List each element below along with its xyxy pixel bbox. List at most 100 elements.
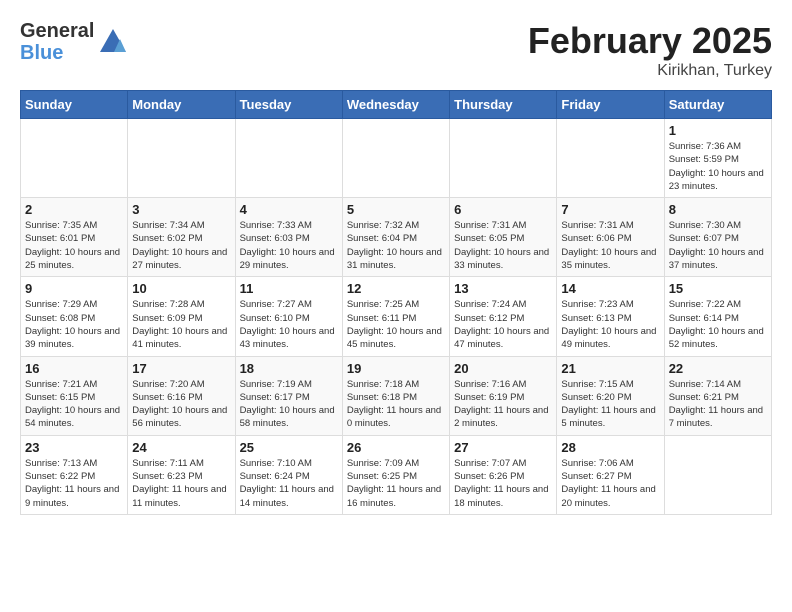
day-number: 19 xyxy=(347,361,445,376)
table-cell xyxy=(128,119,235,198)
day-info: Sunrise: 7:23 AM Sunset: 6:13 PM Dayligh… xyxy=(561,298,659,351)
location: Kirikhan, Turkey xyxy=(528,62,772,80)
day-number: 5 xyxy=(347,202,445,217)
table-cell: 14 Sunrise: 7:23 AM Sunset: 6:13 PM Dayli… xyxy=(557,277,664,356)
day-number: 1 xyxy=(669,123,767,138)
col-sunday: Sunday xyxy=(21,91,128,119)
day-info: Sunrise: 7:31 AM Sunset: 6:06 PM Dayligh… xyxy=(561,219,659,272)
day-number: 20 xyxy=(454,361,552,376)
col-saturday: Saturday xyxy=(664,91,771,119)
table-cell: 16 Sunrise: 7:21 AM Sunset: 6:15 PM Dayli… xyxy=(21,356,128,435)
table-cell xyxy=(664,435,771,514)
table-cell xyxy=(235,119,342,198)
day-info: Sunrise: 7:10 AM Sunset: 6:24 PM Dayligh… xyxy=(240,457,338,510)
table-cell: 26 Sunrise: 7:09 AM Sunset: 6:25 PM Dayli… xyxy=(342,435,449,514)
table-cell: 23 Sunrise: 7:13 AM Sunset: 6:22 PM Dayli… xyxy=(21,435,128,514)
day-info: Sunrise: 7:18 AM Sunset: 6:18 PM Dayligh… xyxy=(347,378,445,431)
table-cell: 17 Sunrise: 7:20 AM Sunset: 6:16 PM Dayli… xyxy=(128,356,235,435)
day-info: Sunrise: 7:25 AM Sunset: 6:11 PM Dayligh… xyxy=(347,298,445,351)
table-cell: 11 Sunrise: 7:27 AM Sunset: 6:10 PM Dayli… xyxy=(235,277,342,356)
day-number: 7 xyxy=(561,202,659,217)
day-info: Sunrise: 7:29 AM Sunset: 6:08 PM Dayligh… xyxy=(25,298,123,351)
day-number: 25 xyxy=(240,440,338,455)
logo-general: General xyxy=(20,20,94,42)
week-row-4: 23 Sunrise: 7:13 AM Sunset: 6:22 PM Dayli… xyxy=(21,435,772,514)
day-info: Sunrise: 7:07 AM Sunset: 6:26 PM Dayligh… xyxy=(454,457,552,510)
day-number: 8 xyxy=(669,202,767,217)
day-number: 18 xyxy=(240,361,338,376)
week-row-3: 16 Sunrise: 7:21 AM Sunset: 6:15 PM Dayli… xyxy=(21,356,772,435)
day-number: 6 xyxy=(454,202,552,217)
day-number: 11 xyxy=(240,281,338,296)
day-info: Sunrise: 7:34 AM Sunset: 6:02 PM Dayligh… xyxy=(132,219,230,272)
day-info: Sunrise: 7:32 AM Sunset: 6:04 PM Dayligh… xyxy=(347,219,445,272)
table-cell: 4 Sunrise: 7:33 AM Sunset: 6:03 PM Daylig… xyxy=(235,198,342,277)
day-number: 26 xyxy=(347,440,445,455)
day-number: 14 xyxy=(561,281,659,296)
day-number: 22 xyxy=(669,361,767,376)
day-info: Sunrise: 7:36 AM Sunset: 5:59 PM Dayligh… xyxy=(669,140,767,193)
calendar: Sunday Monday Tuesday Wednesday Thursday… xyxy=(20,90,772,515)
col-friday: Friday xyxy=(557,91,664,119)
table-cell: 24Sunrise: 7:11 AM Sunset: 6:23 PM Dayli… xyxy=(128,435,235,514)
day-info: Sunrise: 7:13 AM Sunset: 6:22 PM Dayligh… xyxy=(25,457,123,510)
table-cell xyxy=(342,119,449,198)
table-cell: 28 Sunrise: 7:06 AM Sunset: 6:27 PM Dayli… xyxy=(557,435,664,514)
table-cell: 18Sunrise: 7:19 AM Sunset: 6:17 PM Dayli… xyxy=(235,356,342,435)
day-number: 2 xyxy=(25,202,123,217)
table-cell: 1 Sunrise: 7:36 AM Sunset: 5:59 PM Daylig… xyxy=(664,119,771,198)
header: General Blue February 2025 Kirikhan, Tur… xyxy=(20,20,772,80)
day-info: Sunrise: 7:09 AM Sunset: 6:25 PM Dayligh… xyxy=(347,457,445,510)
day-number: 4 xyxy=(240,202,338,217)
day-info: Sunrise: 7:20 AM Sunset: 6:16 PM Dayligh… xyxy=(132,378,230,431)
col-thursday: Thursday xyxy=(450,91,557,119)
day-info: Sunrise: 7:33 AM Sunset: 6:03 PM Dayligh… xyxy=(240,219,338,272)
day-number: 17 xyxy=(132,361,230,376)
day-info: Sunrise: 7:28 AM Sunset: 6:09 PM Dayligh… xyxy=(132,298,230,351)
day-info: Sunrise: 7:06 AM Sunset: 6:27 PM Dayligh… xyxy=(561,457,659,510)
table-cell: 22 Sunrise: 7:14 AM Sunset: 6:21 PM Dayli… xyxy=(664,356,771,435)
table-cell: 7 Sunrise: 7:31 AM Sunset: 6:06 PM Daylig… xyxy=(557,198,664,277)
table-cell: 6 Sunrise: 7:31 AM Sunset: 6:05 PM Daylig… xyxy=(450,198,557,277)
day-info: Sunrise: 7:15 AM Sunset: 6:20 PM Dayligh… xyxy=(561,378,659,431)
day-number: 27 xyxy=(454,440,552,455)
logo-blue: Blue xyxy=(20,42,94,64)
day-number: 9 xyxy=(25,281,123,296)
table-cell: 5 Sunrise: 7:32 AM Sunset: 6:04 PM Daylig… xyxy=(342,198,449,277)
col-tuesday: Tuesday xyxy=(235,91,342,119)
day-info: Sunrise: 7:35 AM Sunset: 6:01 PM Dayligh… xyxy=(25,219,123,272)
table-cell: 8 Sunrise: 7:30 AM Sunset: 6:07 PM Daylig… xyxy=(664,198,771,277)
table-cell: 25 Sunrise: 7:10 AM Sunset: 6:24 PM Dayli… xyxy=(235,435,342,514)
day-number: 12 xyxy=(347,281,445,296)
col-monday: Monday xyxy=(128,91,235,119)
day-number: 13 xyxy=(454,281,552,296)
week-row-1: 2 Sunrise: 7:35 AM Sunset: 6:01 PM Daylig… xyxy=(21,198,772,277)
day-info: Sunrise: 7:22 AM Sunset: 6:14 PM Dayligh… xyxy=(669,298,767,351)
week-row-0: 1 Sunrise: 7:36 AM Sunset: 5:59 PM Daylig… xyxy=(21,119,772,198)
day-number: 28 xyxy=(561,440,659,455)
day-number: 23 xyxy=(25,440,123,455)
day-info: Sunrise: 7:24 AM Sunset: 6:12 PM Dayligh… xyxy=(454,298,552,351)
day-info: Sunrise: 7:27 AM Sunset: 6:10 PM Dayligh… xyxy=(240,298,338,351)
table-cell: 21 Sunrise: 7:15 AM Sunset: 6:20 PM Dayli… xyxy=(557,356,664,435)
table-cell: 19 Sunrise: 7:18 AM Sunset: 6:18 PM Dayli… xyxy=(342,356,449,435)
day-number: 16 xyxy=(25,361,123,376)
logo: General Blue xyxy=(20,20,128,64)
day-info: Sunrise: 7:31 AM Sunset: 6:05 PM Dayligh… xyxy=(454,219,552,272)
title-section: February 2025 Kirikhan, Turkey xyxy=(528,20,772,80)
table-cell xyxy=(450,119,557,198)
day-number: 21 xyxy=(561,361,659,376)
table-cell: 27 Sunrise: 7:07 AM Sunset: 6:26 PM Dayli… xyxy=(450,435,557,514)
day-info: Sunrise: 7:16 AM Sunset: 6:19 PM Dayligh… xyxy=(454,378,552,431)
table-cell: 20 Sunrise: 7:16 AM Sunset: 6:19 PM Dayli… xyxy=(450,356,557,435)
table-cell: 12 Sunrise: 7:25 AM Sunset: 6:11 PM Dayli… xyxy=(342,277,449,356)
table-cell xyxy=(21,119,128,198)
table-cell: 2 Sunrise: 7:35 AM Sunset: 6:01 PM Daylig… xyxy=(21,198,128,277)
table-cell xyxy=(557,119,664,198)
day-info: Sunrise: 7:21 AM Sunset: 6:15 PM Dayligh… xyxy=(25,378,123,431)
month-title: February 2025 xyxy=(528,20,772,62)
week-row-2: 9 Sunrise: 7:29 AM Sunset: 6:08 PM Daylig… xyxy=(21,277,772,356)
logo-icon xyxy=(98,27,128,57)
day-info: Sunrise: 7:30 AM Sunset: 6:07 PM Dayligh… xyxy=(669,219,767,272)
day-info: Sunrise: 7:14 AM Sunset: 6:21 PM Dayligh… xyxy=(669,378,767,431)
